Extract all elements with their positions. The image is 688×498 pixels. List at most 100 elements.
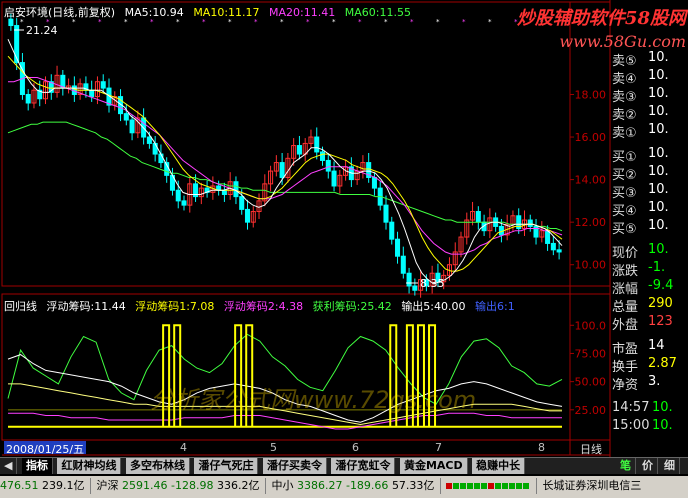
candle-body: [244, 208, 251, 223]
tab-jia[interactable]: 价: [638, 458, 658, 474]
quote-row: 涨跌 -1.: [612, 260, 688, 278]
candle-body: [123, 113, 129, 121]
tab-pan-maimai[interactable]: 潘仔买卖令: [262, 458, 327, 474]
quote-label: 卖②: [612, 108, 637, 122]
candle-body: [175, 189, 181, 202]
candle-body: [233, 181, 239, 198]
quote-label: 15:00: [612, 418, 650, 433]
sh-index-amount: 239.1亿: [42, 479, 85, 492]
price-tick-label: 10.00: [575, 259, 607, 272]
sz-index-amount: 336.2亿: [216, 479, 260, 492]
quote-row: 卖④ 10.: [612, 68, 688, 86]
quote-label: 买⑤: [612, 222, 637, 236]
quote-value: 10.: [648, 50, 669, 65]
stock-title: 启安环境(日线,前复权): [4, 6, 116, 19]
quote-value: 10.: [648, 122, 669, 137]
quote-value: 3.: [648, 374, 661, 389]
tab-pan-qisizhuang[interactable]: 潘仔气死庄: [194, 458, 259, 474]
candle-body: [319, 151, 326, 161]
cursor-date: 2008/01/25/五: [4, 441, 87, 456]
indicator-tick-label: 100.0: [575, 319, 607, 332]
quote-row: 总量 290: [612, 296, 688, 314]
candle-body: [146, 136, 152, 144]
signal-marker-icon: *: [98, 18, 102, 26]
tab-nav-left-icon[interactable]: ◀: [0, 458, 18, 474]
price-tick-label: 18.00: [575, 88, 607, 101]
quote-value: 290: [648, 296, 673, 311]
tab-pan-kuanhong[interactable]: 潘仔宽虹令: [331, 458, 396, 474]
tab-xi[interactable]: 细: [660, 458, 680, 474]
quote-value: 10.: [648, 104, 669, 119]
ma10-line: [7, 55, 563, 272]
candle-body: [239, 196, 245, 210]
quote-row: 买③ 10.: [612, 182, 688, 200]
quote-row: 涨幅 -9.4: [612, 278, 688, 296]
quote-label: 买④: [612, 204, 637, 218]
quote-label: 买②: [612, 168, 637, 182]
quote-row: 买① 10.: [612, 146, 688, 164]
quote-value: 10.: [648, 218, 669, 233]
quote-value: 10.: [648, 68, 669, 83]
quote-row: 现价 10.: [612, 242, 688, 260]
signal-marker-icon: *: [332, 18, 336, 26]
quote-value: 10.: [648, 200, 669, 215]
quote-label: 14:57: [612, 400, 650, 415]
output6-label: 输出6:1: [475, 300, 515, 313]
signal-marker-icon: *: [46, 18, 50, 26]
quote-row: 净资 3.: [612, 374, 688, 392]
signal-marker-icon: *: [20, 18, 24, 26]
quote-value: -1.: [648, 260, 666, 275]
ma10-label: MA10:11.17: [193, 6, 260, 19]
sz-index-value: 2591.46: [122, 479, 168, 492]
chart-canvas[interactable]: 18.00 16.00 14.00 12.00 10.00 21.24 8.35 100.0 7…: [0, 0, 688, 457]
quote-label: 买①: [612, 150, 637, 164]
indicator-tick-label: 50.00: [575, 376, 607, 389]
status-separator: [264, 478, 266, 494]
signal-marker-icon: *: [358, 18, 362, 26]
quote-row: 换手 2.87: [612, 356, 688, 374]
quote-row: 卖⑤ 10.: [612, 50, 688, 68]
quote-value: 10.: [648, 86, 669, 101]
signal-marker-icon: *: [124, 18, 128, 26]
tab-gold-macd[interactable]: 黄金MACD: [399, 458, 468, 474]
high-price-label: 21.24: [26, 24, 58, 37]
quote-value: 2.87: [648, 356, 677, 371]
candle-body: [89, 89, 95, 98]
candle-body: [545, 230, 551, 244]
tab-bollinger[interactable]: 多空布林线: [125, 458, 190, 474]
indicator-legend: 回归线 浮动筹码:11.44 浮动筹码1:7.08 浮动筹码2:4.38 获利筹…: [4, 298, 521, 313]
sh-index-value: 476.51: [0, 479, 39, 492]
quote-label: 卖①: [612, 126, 637, 140]
zx-index-change: -189.66: [345, 479, 389, 492]
tab-indicator[interactable]: 指标: [21, 458, 53, 474]
watermark-title: 炒股辅助软件58股网: [516, 8, 686, 29]
candle-body: [8, 18, 14, 27]
tab-wenzhuan[interactable]: 稳赚中长: [472, 458, 526, 474]
candle-body: [475, 211, 481, 223]
candle-body: [296, 145, 302, 155]
sz-index-change: -128.98: [171, 479, 214, 492]
signal-marker-icon: *: [176, 18, 180, 26]
quote-row: 买④ 10.: [612, 200, 688, 218]
indicator-name[interactable]: 回归线: [4, 300, 37, 313]
candle-body: [314, 136, 320, 153]
tab-bi[interactable]: 笔: [616, 458, 636, 474]
price-tick-label: 16.00: [575, 131, 607, 144]
profit-chip-label: 获利筹码:25.42: [312, 300, 392, 313]
signal-marker-icon: *: [384, 18, 388, 26]
quote-label: 涨幅: [612, 282, 639, 296]
candle-body: [527, 219, 533, 227]
signal-marker-icon: *: [254, 18, 258, 26]
quote-panel: 卖⑤ 10. 卖④ 10. 卖③ 10. 卖② 10. 卖① 10. 买① 10. 买② 10. 买③ 10.…: [612, 50, 688, 455]
x-tick: 5: [270, 441, 277, 454]
indicator-tick-label: 25.00: [575, 404, 607, 417]
signal-marker-icon: *: [306, 18, 310, 26]
status-bar: 476.51 239.1亿 沪深 2591.46 -128.98 336.2亿 …: [0, 476, 688, 498]
quote-value: -9.4: [648, 278, 674, 293]
broker-label: 长城证券深圳电信三: [542, 479, 642, 492]
period-label[interactable]: 日线: [580, 441, 602, 457]
zx-index-value: 3386.27: [296, 479, 343, 492]
stock-chart-window: 18.00 16.00 14.00 12.00 10.00 21.24 8.35 100.0 7…: [0, 0, 688, 498]
indicator-tabs: ◀ 指标 红财神均线 多空布林线 潘仔气死庄 潘仔买卖令 潘仔宽虹令 黄金MAC…: [0, 457, 688, 474]
tab-hongcaishen[interactable]: 红财神均线: [57, 458, 122, 474]
